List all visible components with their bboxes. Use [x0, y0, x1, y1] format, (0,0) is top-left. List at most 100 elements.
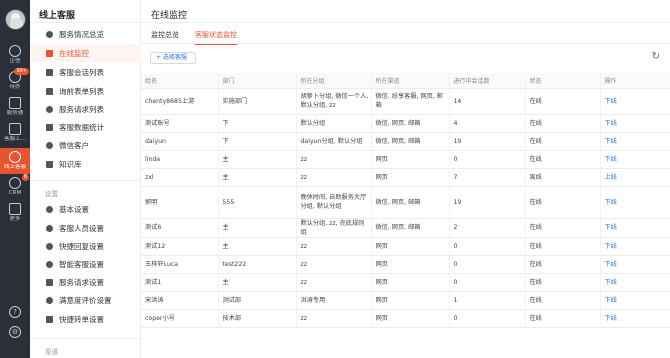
tab-monitor-overview[interactable]: 监控总览 [151, 30, 179, 44]
cell-group: zz [296, 168, 372, 187]
table-row: chenty8685上游 实施部门 胡萝卜分组, 微信一个人, 默认分组, zz 微信… [141, 88, 670, 115]
crm-icon [9, 177, 21, 189]
star-icon [46, 296, 53, 304]
cell-dept: 主 [218, 273, 297, 292]
cell-name: chenty8685上游 [141, 88, 219, 115]
cell-status: 在线 [525, 237, 601, 256]
cell-action[interactable]: 下线 [600, 255, 670, 274]
cell-action[interactable]: 下线 [600, 309, 670, 328]
menu-item-online-monitor[interactable]: 在线监控 [30, 44, 141, 62]
menu-group-settings: 设置 [45, 190, 58, 198]
select-agent-button[interactable]: + 选择客服 [150, 52, 196, 64]
col-header-name[interactable]: 姓名 [141, 73, 219, 89]
robot-icon [46, 260, 53, 268]
cell-sessions: 0 [449, 273, 526, 292]
cell-sessions: 0 [449, 309, 526, 328]
cell-dept: 主 [218, 218, 297, 238]
cell-group: zz [296, 273, 372, 292]
table-row: 测试账号下默认分组 微信, 网页, 邮箱 4 在线 下线 [141, 114, 670, 133]
menu-title: 线上客服 [39, 11, 76, 21]
cell-action[interactable]: 下线 [600, 218, 670, 238]
menu-item-request-list[interactable]: 服务请求列表 [30, 100, 141, 118]
table-row: 测试6 主默认分组, zz, 売底规则组 微信, 网页, 邮箱 2 在线 下线 [141, 218, 670, 238]
col-header-dept[interactable]: 部门 [218, 73, 297, 89]
chat-bubble-icon [9, 45, 21, 57]
menu-item-basic-settings[interactable]: 基本设置 [30, 200, 141, 218]
rail-item-kefu-workbench[interactable]: 客服工... [0, 120, 30, 146]
col-header-group[interactable]: 所在分组 [296, 73, 372, 89]
rail-item-more[interactable]: 更多 [0, 200, 30, 226]
menu-item-wechat-customers[interactable]: 微信客户 [30, 136, 141, 154]
cell-sessions: 19 [449, 132, 526, 151]
menu-item-request-settings[interactable]: 服务请求设置 [30, 273, 141, 291]
table-row: coper小号 技术部 zz 网页 0 在线 下线 [141, 309, 670, 328]
cell-action[interactable]: 下线 [600, 132, 670, 151]
cell-action[interactable]: 下线 [600, 291, 670, 310]
cell-status: 在线 [525, 88, 601, 115]
cell-channel: 网页 [371, 255, 450, 274]
cell-channel: 微信, 网页, 邮箱 [371, 114, 450, 133]
col-header-channel[interactable]: 所在渠道 [371, 73, 450, 89]
cell-dept: 主 [218, 168, 297, 187]
menu-item-session-list[interactable]: 客服会话列表 [30, 63, 141, 81]
cell-name: zxl [141, 168, 219, 187]
table-row: zxl 主 zz 网页 7 离线 上线 [141, 168, 670, 187]
cell-action[interactable]: 下线 [600, 237, 670, 256]
cell-group: zz [296, 150, 372, 169]
menu-item-service-overview[interactable]: 服务情况总览 [30, 25, 141, 43]
cell-name: linda [141, 150, 219, 169]
rail-item-qixin[interactable]: 企信 [0, 42, 30, 68]
rail-item-fuwutong[interactable]: 服务通 [0, 94, 30, 120]
book-icon [46, 160, 53, 168]
cell-group: 胡萝卜分组, 微信一个人, 默认分组, zz [296, 88, 372, 115]
rail-item-todo[interactable]: 待办 99+ [0, 68, 30, 94]
refresh-icon[interactable]: ↻ [652, 52, 660, 62]
cell-action[interactable]: 下线 [600, 114, 670, 133]
avatar[interactable] [5, 9, 26, 30]
table-row: 王梓轩Luca test222 zz 网页 0 在线 下线 [141, 255, 670, 274]
cell-status: 在线 [525, 114, 601, 133]
cell-sessions: 14 [449, 88, 526, 115]
menu-item-transfer-settings[interactable]: 快捷转单设置 [30, 310, 141, 328]
secondary-menu: 线上客服 服务情况总览 在线监控 客服会话列表 询前表单列表 服务请求列表 客服… [30, 0, 141, 358]
col-header-status[interactable]: 状态 [525, 73, 601, 89]
cell-name: 测试12 [141, 237, 219, 256]
cell-group: zz [296, 237, 372, 256]
gear-icon [46, 205, 53, 213]
cell-action[interactable]: 下线 [600, 186, 670, 219]
cell-dept: 主 [218, 237, 297, 256]
monitor-icon [46, 49, 53, 57]
settings-icon[interactable]: ⚙ [9, 326, 21, 338]
menu-item-data-stats[interactable]: 客服数据统计 [30, 118, 141, 136]
cell-action[interactable]: 下线 [600, 150, 670, 169]
menu-item-smart-kefu-settings[interactable]: 智能客服设置 [30, 255, 141, 273]
menu-item-knowledge-base[interactable]: 知识库 [30, 155, 141, 173]
cell-group: daiyun分组, 默认分组 [296, 132, 372, 151]
cell-status: 在线 [525, 309, 601, 328]
cell-dept: 555 [218, 186, 297, 219]
menu-item-agent-settings[interactable]: 客服人员设置 [30, 219, 141, 237]
cell-channel: 微信, 网页, 邮箱 [371, 218, 450, 238]
todo-badge: 99+ [14, 68, 29, 75]
cell-action[interactable]: 下线 [600, 88, 670, 115]
menu-item-preform-list[interactable]: 询前表单列表 [30, 82, 141, 100]
menu-group-divider [30, 180, 141, 181]
crm-badge: 8 [21, 174, 29, 181]
menu-item-satisfaction-settings[interactable]: 满意度评价设置 [30, 291, 141, 309]
table-row: 测试12 主 zz 网页 0 在线 下线 [141, 237, 670, 256]
cell-group: zz [296, 255, 372, 274]
col-header-sessions[interactable]: 进行中会话数 [449, 73, 526, 89]
menu-item-quick-reply-settings[interactable]: 快捷回复设置 [30, 237, 141, 255]
cell-status: 在线 [525, 255, 601, 274]
cell-channel: 微信, 网页, 邮箱 [371, 132, 450, 151]
cell-dept: test222 [218, 255, 297, 274]
table-row: daiyun 下 daiyun分组, 默认分组 微信, 网页, 邮箱 19 在线 下线 [141, 132, 670, 151]
rail-item-crm[interactable]: CRM 8 [0, 174, 30, 200]
cell-sessions: 2 [449, 218, 526, 238]
cell-action[interactable]: 上线 [600, 168, 670, 187]
rail-item-online-kefu[interactable]: 线上客服 [0, 148, 30, 174]
wechat-icon [46, 141, 53, 149]
request-icon [46, 278, 53, 286]
cell-action[interactable]: 下线 [600, 273, 670, 292]
help-icon[interactable]: ? [9, 306, 21, 318]
